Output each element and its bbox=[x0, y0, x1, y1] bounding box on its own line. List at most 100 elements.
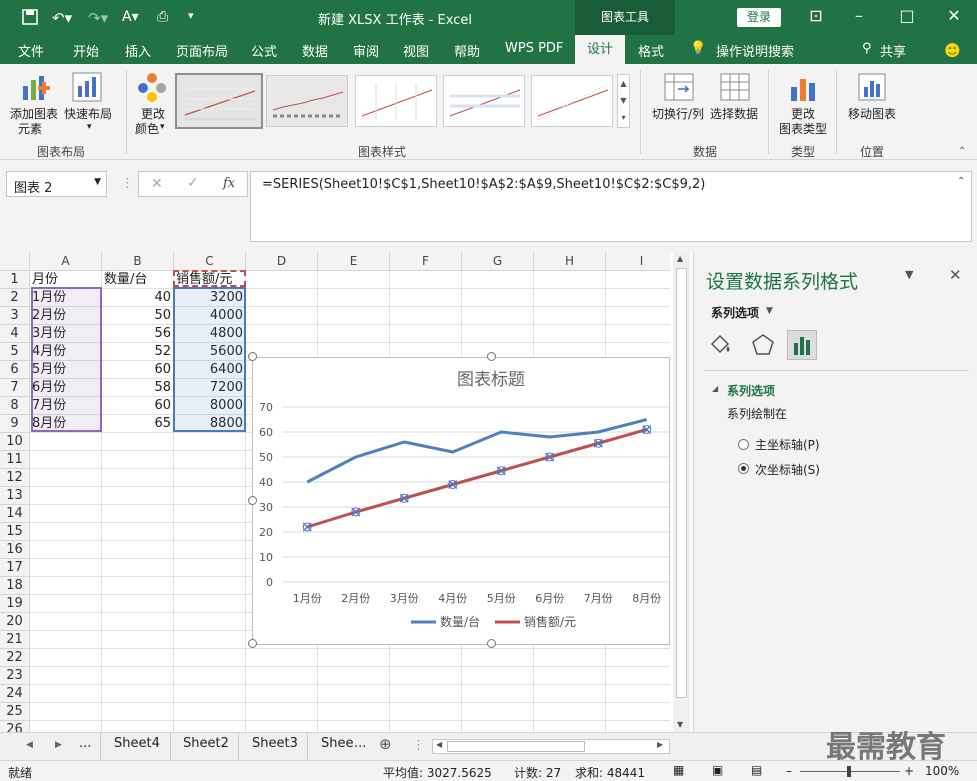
row-header-12[interactable]: 12 bbox=[0, 469, 30, 487]
tab-file[interactable]: 文件 bbox=[18, 41, 44, 60]
formula-text[interactable]: =SERIES(Sheet10!$C$1,Sheet10!$A$2:$A$9,S… bbox=[262, 177, 705, 192]
chart-object[interactable]: 图表标题 70 60 50 40 30 20 10 0 1月份 2月份 3月份 4月份 5月份 6月份 7月份… bbox=[252, 357, 671, 646]
zoom-out-icon[interactable]: – bbox=[786, 764, 792, 778]
series-options-icon[interactable] bbox=[787, 330, 817, 360]
undo-icon[interactable]: ↶▾ bbox=[52, 9, 72, 27]
row-header-18[interactable]: 18 bbox=[0, 577, 30, 595]
scroll-up-icon[interactable]: ▲ bbox=[677, 254, 683, 263]
row-header-14[interactable]: 14 bbox=[0, 505, 30, 523]
horizontal-scroll-thumb[interactable] bbox=[447, 741, 585, 752]
prev-sheet-icon[interactable]: ◀ bbox=[26, 740, 33, 750]
select-data-label[interactable]: 选择数据 bbox=[710, 105, 758, 122]
cell[interactable]: 52 bbox=[104, 343, 171, 361]
vertical-scrollbar[interactable]: ▲ ▼ bbox=[673, 252, 690, 732]
move-chart-icon[interactable] bbox=[858, 73, 886, 104]
cell[interactable]: 60 bbox=[104, 361, 171, 379]
chart-style-2[interactable] bbox=[266, 75, 348, 127]
scroll-left-icon[interactable]: ◀ bbox=[436, 740, 442, 749]
vertical-scroll-thumb[interactable] bbox=[676, 268, 687, 698]
page-break-view-icon[interactable]: ▤ bbox=[751, 763, 762, 777]
column-header-A[interactable]: A bbox=[30, 252, 102, 271]
primary-axis-radio[interactable] bbox=[738, 439, 749, 450]
change-chart-type-icon[interactable] bbox=[789, 73, 817, 106]
change-colors-dropdown-icon[interactable]: ▾ bbox=[160, 122, 165, 132]
column-header-F[interactable]: F bbox=[390, 252, 462, 271]
column-header-E[interactable]: E bbox=[318, 252, 390, 271]
row-header-19[interactable]: 19 bbox=[0, 595, 30, 613]
fill-line-icon[interactable] bbox=[708, 332, 734, 361]
line-chart[interactable]: 图表标题 70 60 50 40 30 20 10 0 1月份 2月份 3月份 4月份 5月份 6月份 7月份… bbox=[253, 358, 671, 646]
redo-icon[interactable]: ↷▾ bbox=[88, 9, 108, 27]
tab-view[interactable]: 视图 bbox=[403, 41, 429, 60]
sheet-tab-sheet3[interactable]: Sheet3 bbox=[252, 736, 298, 751]
column-header-C[interactable]: C bbox=[174, 252, 246, 271]
format-painter-icon[interactable]: A▾ bbox=[122, 9, 139, 25]
quick-layout-icon[interactable] bbox=[72, 72, 102, 105]
tab-design[interactable]: 设计 bbox=[575, 35, 625, 64]
column-header-H[interactable]: H bbox=[534, 252, 606, 271]
row-header-21[interactable]: 21 bbox=[0, 631, 30, 649]
more-sheets-left[interactable]: ... bbox=[79, 736, 91, 751]
sheet-tab-sheet2[interactable]: Sheet2 bbox=[183, 736, 229, 751]
row-header-16[interactable]: 16 bbox=[0, 541, 30, 559]
tab-page-layout[interactable]: 页面布局 bbox=[176, 41, 228, 60]
resize-handle[interactable] bbox=[248, 352, 257, 361]
maximize-icon[interactable]: □ bbox=[897, 6, 917, 25]
secondary-axis-radio[interactable] bbox=[738, 463, 749, 474]
insert-function-icon[interactable]: fx bbox=[223, 176, 235, 191]
cell[interactable]: 60 bbox=[104, 397, 171, 415]
row-header-1[interactable]: 1 bbox=[0, 271, 30, 289]
tab-review[interactable]: 审阅 bbox=[353, 41, 379, 60]
row-header-8[interactable]: 8 bbox=[0, 397, 30, 415]
chart-style-1[interactable] bbox=[175, 73, 263, 129]
row-header-17[interactable]: 17 bbox=[0, 559, 30, 577]
name-box[interactable]: 图表 2 ▼ bbox=[6, 171, 107, 197]
style-gallery-scroll[interactable]: ▲ ▼ ▾ bbox=[617, 74, 630, 128]
cell[interactable]: 40 bbox=[104, 289, 171, 307]
select-all-corner[interactable] bbox=[0, 252, 30, 271]
resize-handle[interactable] bbox=[487, 352, 496, 361]
tab-help[interactable]: 帮助 bbox=[454, 41, 480, 60]
row-header-9[interactable]: 9 bbox=[0, 415, 30, 433]
row-header-2[interactable]: 2 bbox=[0, 289, 30, 307]
resize-handle[interactable] bbox=[248, 496, 257, 505]
row-header-13[interactable]: 13 bbox=[0, 487, 30, 505]
scroll-down-icon[interactable]: ▼ bbox=[677, 720, 683, 729]
page-layout-view-icon[interactable]: ▣ bbox=[712, 763, 723, 777]
share-button[interactable]: 共享 bbox=[880, 41, 906, 60]
row-header-5[interactable]: 5 bbox=[0, 343, 30, 361]
change-colors-label2[interactable]: 颜色 bbox=[135, 120, 159, 137]
select-data-icon[interactable] bbox=[720, 73, 750, 104]
series-options-dropdown[interactable]: 系列选项 bbox=[711, 304, 759, 321]
secondary-axis-label[interactable]: 次坐标轴(S) bbox=[755, 461, 820, 478]
quick-layout-label[interactable]: 快速布局 bbox=[64, 105, 112, 122]
row-header-22[interactable]: 22 bbox=[0, 649, 30, 667]
effects-icon[interactable] bbox=[750, 332, 776, 361]
resize-handle[interactable] bbox=[487, 639, 496, 648]
next-sheet-icon[interactable]: ▶ bbox=[55, 740, 62, 750]
cell[interactable]: 50 bbox=[104, 307, 171, 325]
row-header-6[interactable]: 6 bbox=[0, 361, 30, 379]
row-header-20[interactable]: 20 bbox=[0, 613, 30, 631]
more-sheets-right[interactable]: ... bbox=[354, 736, 366, 751]
column-header-B[interactable]: B bbox=[102, 252, 174, 271]
column-header-I[interactable]: I bbox=[606, 252, 670, 271]
series-options-dropdown-icon[interactable]: ▼ bbox=[766, 306, 773, 316]
scroll-right-icon[interactable]: ▶ bbox=[657, 740, 663, 749]
pane-close-icon[interactable]: ✕ bbox=[949, 266, 962, 284]
section-collapse-icon[interactable]: ◢ bbox=[712, 384, 718, 393]
tab-format[interactable]: 格式 bbox=[638, 41, 664, 60]
zoom-slider-thumb[interactable] bbox=[847, 766, 851, 777]
row-header-10[interactable]: 10 bbox=[0, 433, 30, 451]
new-sheet-icon[interactable]: ⊕ bbox=[379, 735, 392, 753]
switch-row-column-icon[interactable] bbox=[664, 73, 694, 104]
primary-axis-label[interactable]: 主坐标轴(P) bbox=[755, 436, 820, 453]
minimize-icon[interactable]: – bbox=[849, 6, 869, 25]
series-line-1[interactable] bbox=[306, 418, 648, 484]
cell[interactable]: 58 bbox=[104, 379, 171, 397]
row-header-15[interactable]: 15 bbox=[0, 523, 30, 541]
column-header-G[interactable]: G bbox=[462, 252, 534, 271]
move-chart-label[interactable]: 移动图表 bbox=[848, 105, 896, 122]
close-icon[interactable]: ✕ bbox=[944, 6, 964, 25]
enter-icon[interactable]: ✓ bbox=[187, 175, 199, 191]
